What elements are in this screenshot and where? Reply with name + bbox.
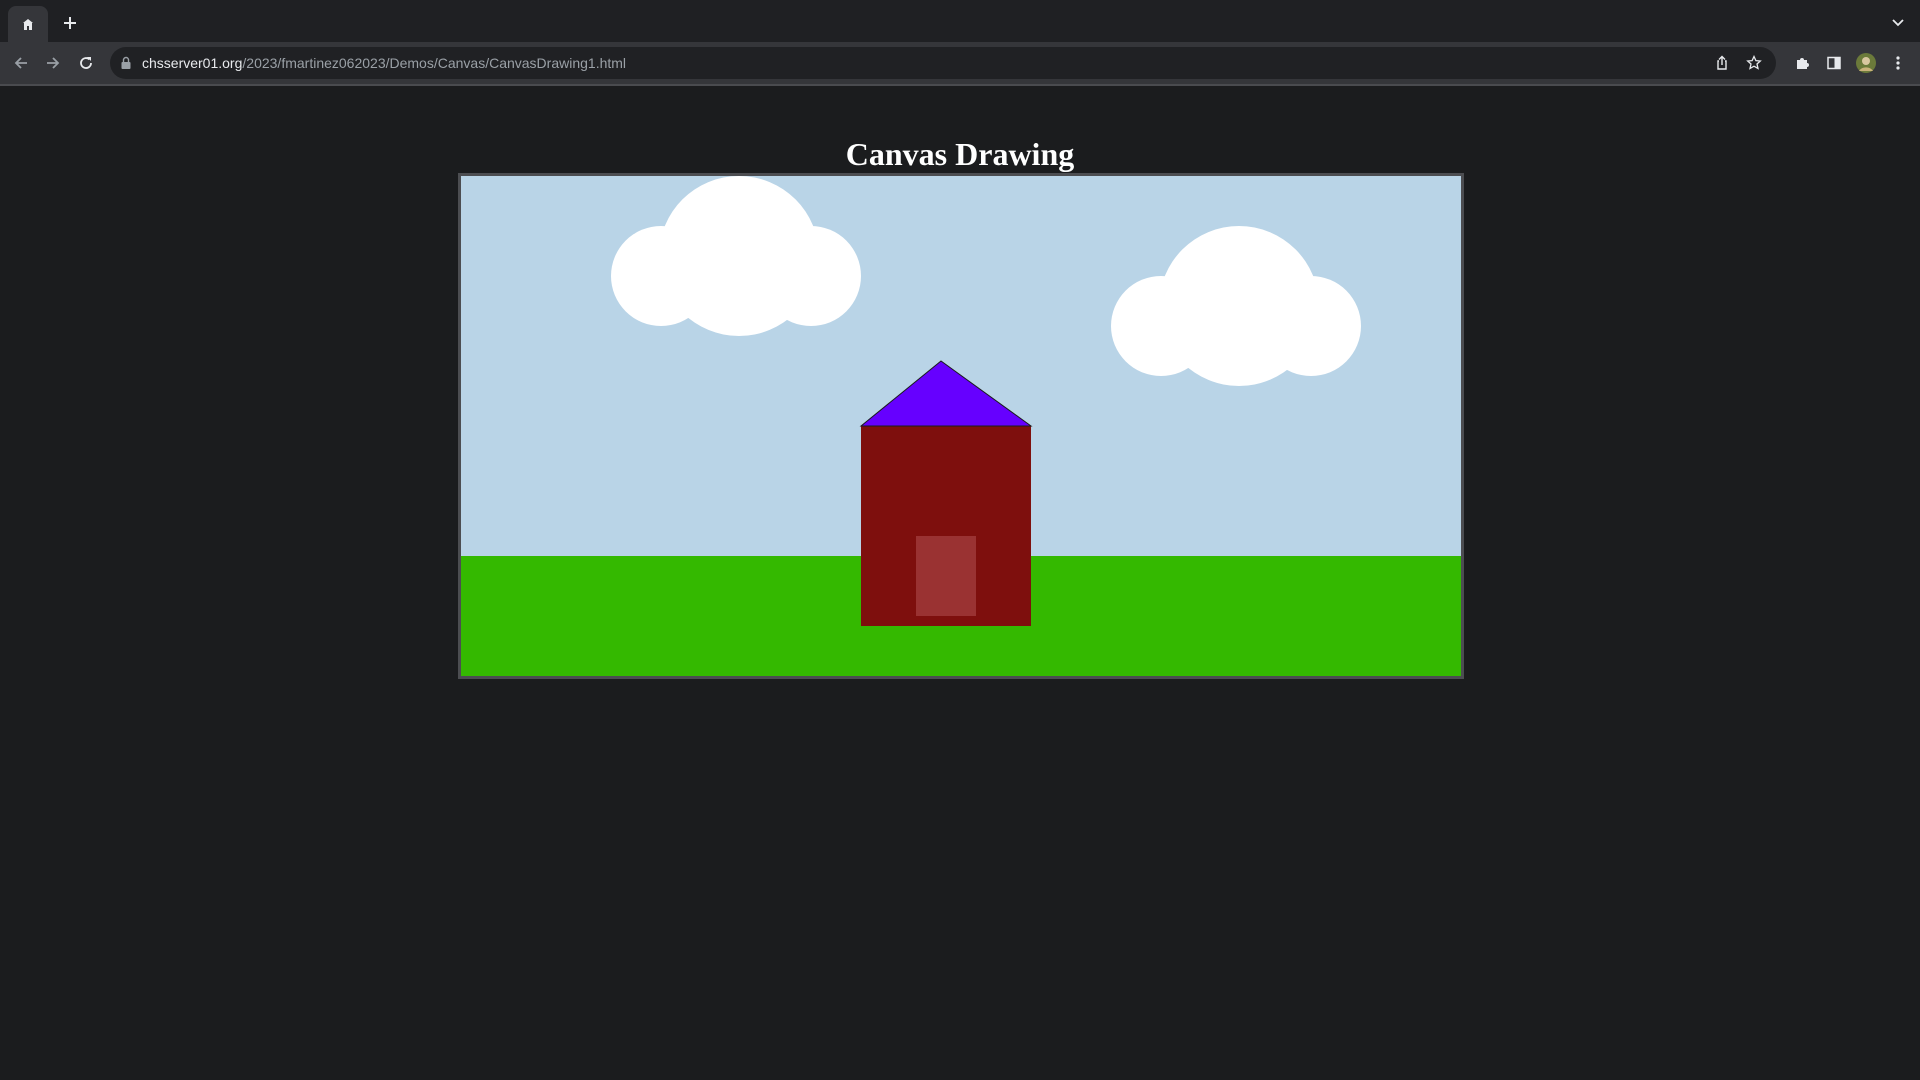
url-path: /2023/fmartinez062023/Demos/Canvas/Canva… (242, 55, 627, 71)
plus-icon[interactable] (58, 11, 82, 35)
browser-toolbar: chsserver01.org/2023/fmartinez062023/Dem… (0, 42, 1920, 84)
star-icon[interactable] (1746, 54, 1762, 71)
url-host: chsserver01.org (142, 55, 243, 71)
page-favicon-icon (21, 17, 35, 31)
side-panel-icon[interactable] (1822, 51, 1846, 75)
back-arrow-icon[interactable] (9, 51, 33, 75)
url-text[interactable]: chsserver01.org/2023/fmartinez062023/Dem… (142, 55, 626, 71)
house-door (916, 536, 976, 616)
browser-chrome: chsserver01.org/2023/fmartinez062023/Dem… (0, 0, 1920, 86)
chevron-down-icon[interactable] (1890, 14, 1906, 30)
drawing-canvas (458, 173, 1464, 679)
tab-strip (0, 0, 1920, 42)
share-icon[interactable] (1714, 55, 1730, 71)
reload-icon[interactable] (74, 51, 98, 75)
lock-icon[interactable] (120, 56, 132, 70)
page-title: Canvas Drawing (845, 136, 1075, 172)
address-bar[interactable]: chsserver01.org/2023/fmartinez062023/Dem… (110, 47, 1776, 79)
puzzle-icon[interactable] (1790, 51, 1814, 75)
kebab-menu-icon[interactable] (1886, 51, 1910, 75)
forward-arrow-icon[interactable] (41, 51, 65, 75)
page-content: Canvas Drawing (0, 86, 1920, 1080)
browser-tab[interactable] (8, 6, 48, 42)
avatar[interactable] (1854, 51, 1878, 75)
